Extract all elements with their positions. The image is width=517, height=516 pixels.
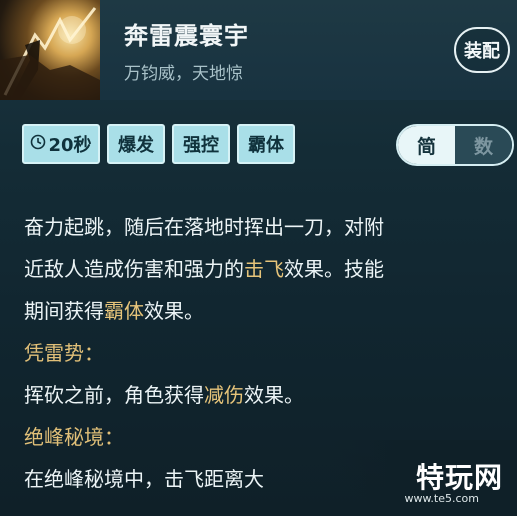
desc-text: 挥砍之前，角色获得 [24,383,204,407]
skill-subtitle: 万钧威，天地惊 [124,64,243,84]
desc-line-3: 期间获得霸体效果。 [24,294,204,328]
desc-text: 效果。 [144,299,204,323]
keyword-knockup: 击飞 [244,257,284,281]
cooldown-tag: 20秒 [22,124,100,164]
tag-super-armor: 霸体 [237,124,295,164]
keyword-super-armor: 霸体 [104,299,144,323]
toggle-numeric[interactable]: 数 [455,126,512,164]
desc-text: 期间获得 [24,299,104,323]
clock-icon [30,134,46,155]
toggle-simple[interactable]: 简 [398,126,455,164]
desc-text: 近敌人造成伤害和强力的 [24,257,244,281]
equip-button[interactable]: 装配 [454,27,510,73]
desc-text: 效果。 [244,383,304,407]
description-mode-toggle[interactable]: 简 数 [396,124,514,166]
desc-line-2: 近敌人造成伤害和强力的击飞效果。技能 [24,252,384,286]
watermark: 特玩网 www.te5.com [340,452,517,516]
desc-line-1: 奋力起跳，随后在落地时挥出一刀，对附 [24,215,384,239]
cooldown-label: 20秒 [48,135,92,156]
skill-name: 奔雷震寰宇 [124,22,249,50]
section-text-thunder: 挥砍之前，角色获得减伤效果。 [24,378,304,412]
watermark-logo: 特玩网 [415,461,503,494]
keyword-damage-reduction: 减伤 [204,383,244,407]
skill-detail-panel: 奔雷震寰宇 万钧威，天地惊 装配 20秒 爆发 强控 霸体 简 数 奋力起跳，随… [0,0,517,516]
tag-hard-cc: 强控 [172,124,230,164]
watermark-url: www.te5.com [404,492,479,505]
skill-header: 奔雷震寰宇 万钧威，天地惊 装配 [0,0,517,100]
desc-text: 效果。技能 [284,257,384,281]
tag-burst: 爆发 [107,124,165,164]
section-title-thunder: 凭雷势： [24,341,104,365]
section-text-secret-realm: 在绝峰秘境中，击飞距离大 [24,467,264,491]
skill-icon [0,0,100,100]
section-title-secret-realm: 绝峰秘境： [24,425,124,449]
